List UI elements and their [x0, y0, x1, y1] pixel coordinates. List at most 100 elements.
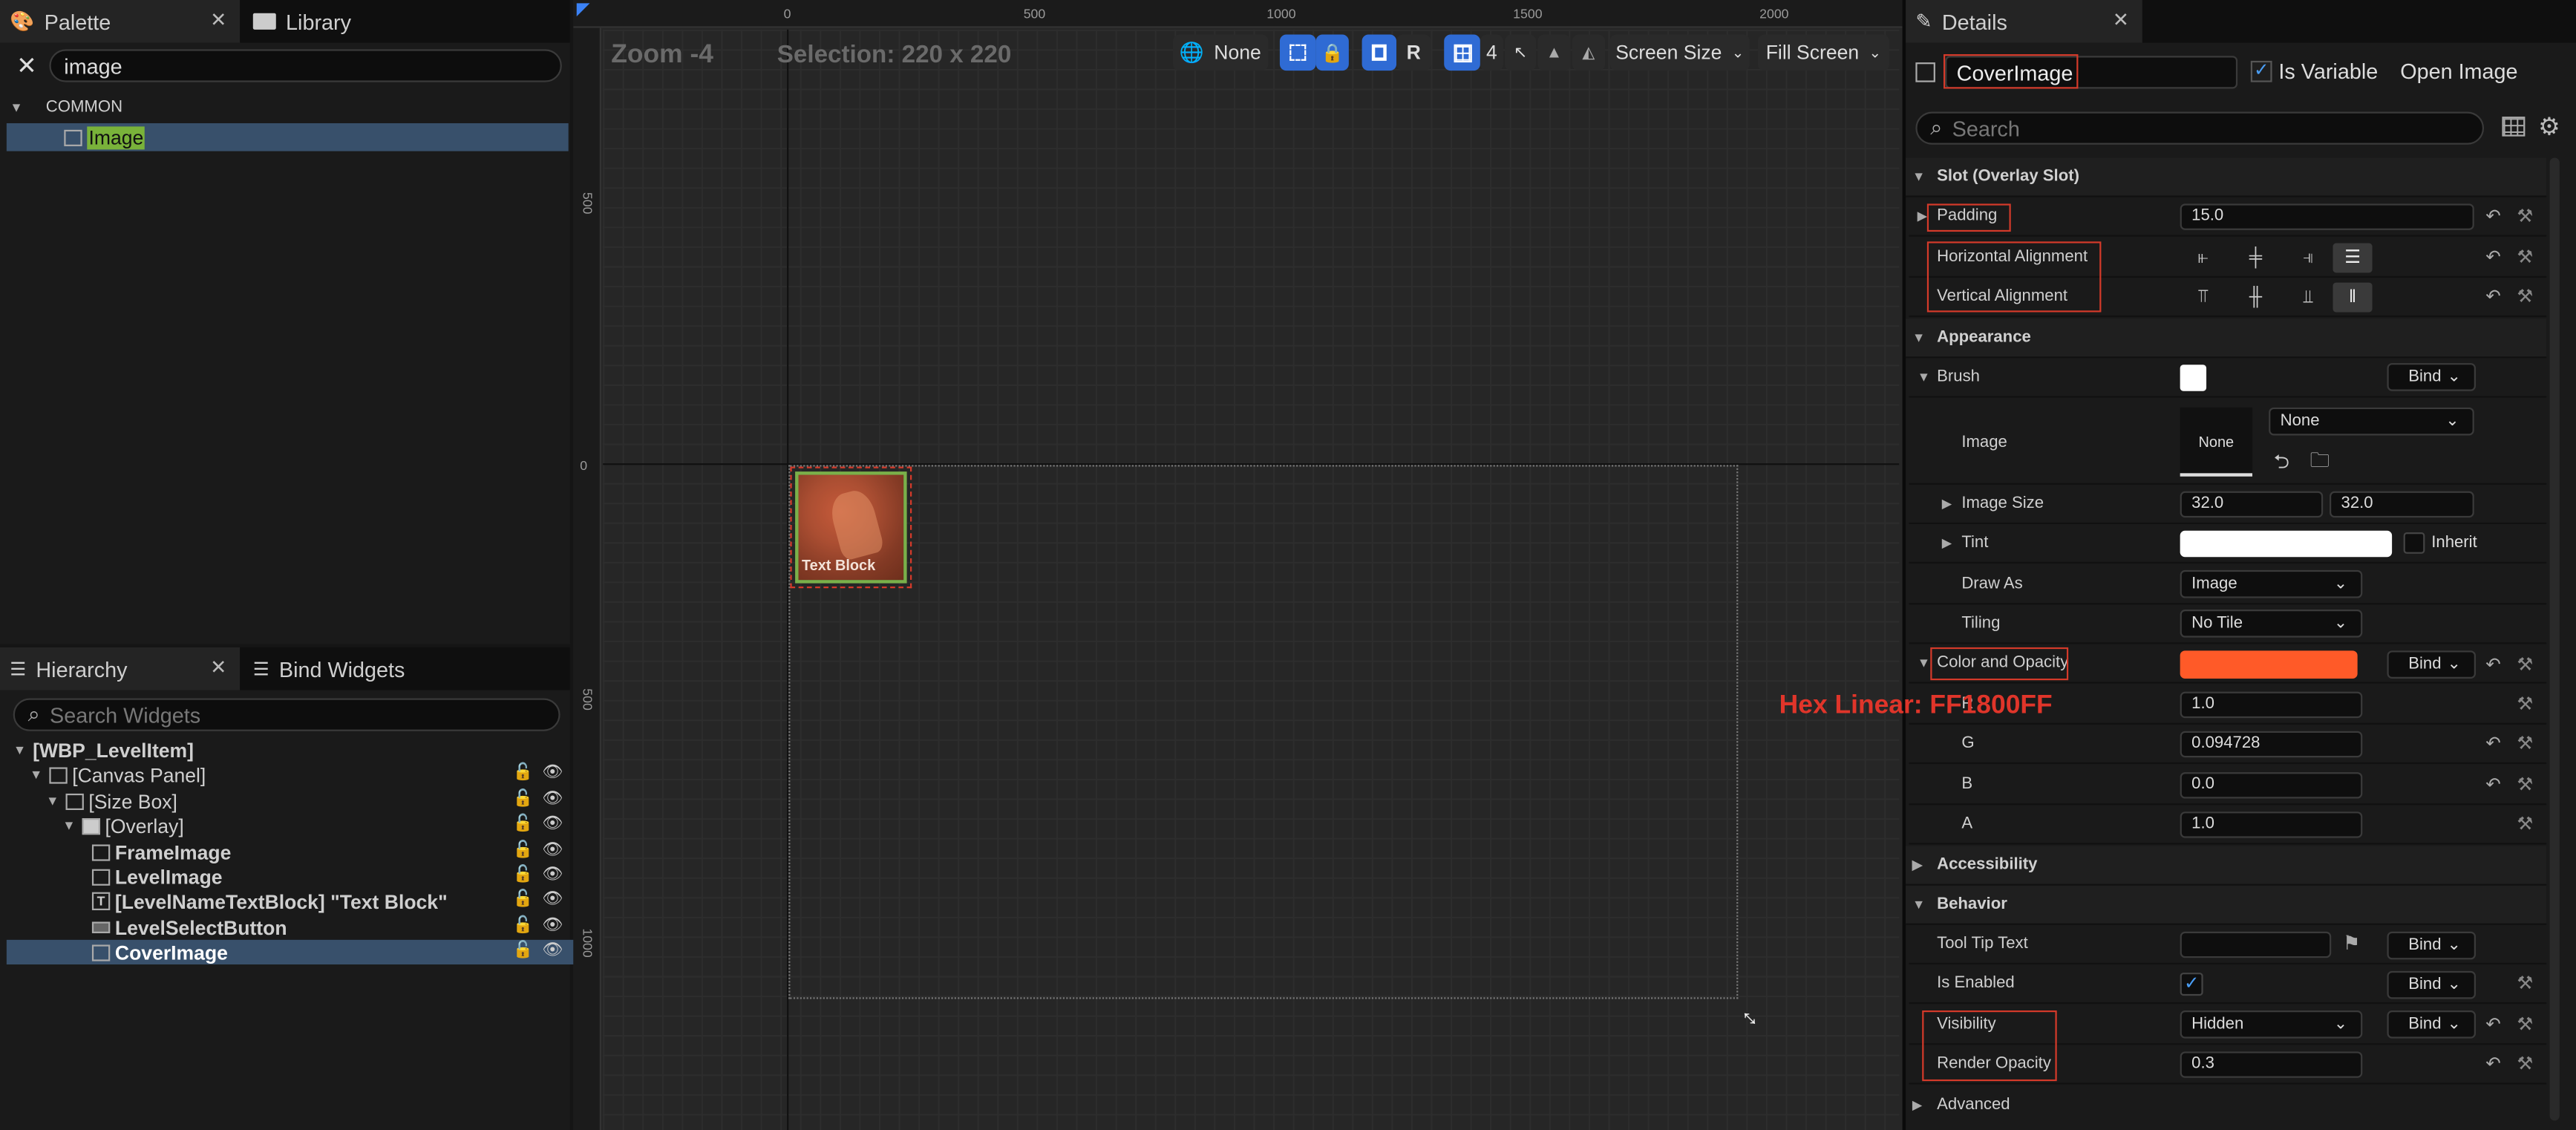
eye-icon[interactable]: 👁	[542, 790, 563, 810]
tool-tip-text-input[interactable]	[2180, 931, 2332, 958]
is-enabled-checkbox[interactable]: ✓	[2180, 973, 2203, 996]
eye-icon[interactable]: 👁	[542, 917, 563, 937]
pin-icon[interactable]: ⚒	[2517, 286, 2533, 307]
section-slot[interactable]: ▼ Slot (Overlay Slot)	[1906, 157, 2547, 197]
screen-size-dropdown[interactable]: Screen Size ⌄	[1609, 34, 1750, 71]
image-asset-dropdown[interactable]: None ⌄	[2269, 407, 2474, 436]
lock-icon[interactable]: 🔓	[512, 815, 533, 835]
lock-icon[interactable]: 🔓	[512, 764, 533, 784]
channel-r-input[interactable]: 1.0	[2180, 691, 2363, 719]
padding-input[interactable]: 15.0	[2180, 203, 2474, 230]
tab-library[interactable]: Library	[243, 0, 490, 43]
reset-arrow-icon[interactable]: ↶	[2485, 246, 2500, 268]
reset-arrow-icon[interactable]: ↶	[2485, 774, 2500, 796]
eye-icon[interactable]: 👁	[542, 866, 563, 886]
chevron-right-icon[interactable]: ▶	[1942, 496, 1952, 511]
tint-color-swatch[interactable]	[2180, 530, 2393, 558]
chevron-right-icon[interactable]: ▶	[1942, 535, 1952, 550]
channel-g-input[interactable]: 0.094728	[2180, 731, 2363, 758]
lock-icon[interactable]: 🔓	[512, 890, 533, 910]
eye-icon[interactable]: 👁	[542, 764, 563, 784]
image-size-y-input[interactable]: 32.0	[2330, 491, 2474, 518]
tiling-dropdown[interactable]: No Tile ⌄	[2180, 610, 2363, 638]
reset-arrow-icon[interactable]: ↶	[2485, 654, 2500, 676]
visibility-bind-button[interactable]: Bind ⌄	[2387, 1010, 2476, 1039]
section-advanced[interactable]: ▶ Advanced	[1906, 1086, 2546, 1126]
gear-icon[interactable]: ⚙	[2538, 111, 2560, 142]
color-bind-button[interactable]: Bind ⌄	[2387, 650, 2476, 679]
pin-icon[interactable]: ⚒	[2517, 1054, 2533, 1075]
pointer-button[interactable]: ↖	[1505, 34, 1537, 71]
palette-item-image[interactable]: Image	[6, 123, 569, 151]
grid-toggle-button[interactable]	[1444, 34, 1480, 71]
flag-icon[interactable]: ⚑	[2343, 932, 2361, 955]
image-thumbnail[interactable]: None	[2180, 407, 2253, 477]
v-align-center-icon[interactable]: ╫	[2237, 283, 2274, 313]
lock-icon[interactable]: 🔓	[512, 841, 533, 861]
brush-bind-button[interactable]: Bind ⌄	[2387, 363, 2476, 391]
pin-icon[interactable]: ⚒	[2517, 1013, 2533, 1036]
details-search-field[interactable]	[1952, 116, 2482, 141]
eye-icon[interactable]: 👁	[542, 890, 563, 910]
h-align-right-icon[interactable]: ⫣	[2290, 244, 2327, 273]
cover-image-widget[interactable]: Text Block	[790, 466, 912, 589]
lock-toggle-button[interactable]: 🔒	[1315, 34, 1349, 71]
eye-icon[interactable]: 👁	[542, 941, 563, 961]
tab-hierarchy[interactable]: ☰ Hierarchy ✕	[0, 647, 241, 690]
select-mode-button[interactable]	[1279, 34, 1316, 71]
is-variable-checkbox[interactable]: ✓	[2250, 60, 2272, 82]
hierarchy-search-field[interactable]	[50, 702, 559, 728]
reset-arrow-icon[interactable]: ↶	[2485, 1054, 2500, 1075]
inherit-checkbox[interactable]	[2403, 532, 2425, 554]
pin-icon[interactable]: ⚒	[2517, 973, 2533, 994]
reset-arrow-icon[interactable]: ↶	[2485, 286, 2500, 307]
clear-search-icon[interactable]: ✕	[16, 51, 37, 81]
pin-icon[interactable]: ⚒	[2517, 693, 2533, 715]
palette-search-input[interactable]	[49, 49, 562, 82]
chevron-down-icon[interactable]: ▼	[1918, 370, 1931, 385]
pin-icon[interactable]: ⚒	[2517, 813, 2533, 835]
tab-details[interactable]: ✎ Details ✕	[1906, 0, 2142, 43]
lock-icon[interactable]: 🔓	[512, 917, 533, 937]
section-behavior[interactable]: ▼ Behavior	[1906, 885, 2547, 925]
close-icon[interactable]: ✕	[210, 656, 226, 679]
pin-icon[interactable]: ⚒	[2517, 733, 2533, 754]
pin-icon[interactable]: ⚒	[2517, 206, 2533, 227]
close-icon[interactable]: ✕	[2113, 8, 2129, 31]
reset-arrow-icon[interactable]: ↶	[2485, 1013, 2500, 1036]
chevron-down-icon[interactable]: ▼	[1918, 656, 1931, 670]
category-header-common[interactable]: ▼ COMMON	[0, 94, 570, 120]
draw-as-dropdown[interactable]: Image ⌄	[2180, 569, 2363, 598]
safe-zone-button[interactable]: ◭	[1572, 34, 1606, 71]
respect-locks-button[interactable]: R	[1396, 34, 1431, 71]
chevron-right-icon[interactable]: ▶	[1918, 209, 1928, 223]
lock-icon[interactable]: 🔓	[512, 866, 533, 886]
fill-screen-dropdown[interactable]: Fill Screen ⌄	[1757, 34, 1889, 71]
pin-icon[interactable]: ⚒	[2517, 654, 2533, 676]
is-enabled-bind-button[interactable]: Bind ⌄	[2387, 970, 2476, 999]
section-accessibility[interactable]: ▶ Accessibility	[1906, 846, 2547, 886]
channel-a-input[interactable]: 1.0	[2180, 811, 2363, 838]
lock-icon[interactable]: 🔓	[512, 941, 533, 961]
h-align-left-icon[interactable]: ⫦	[2185, 244, 2221, 273]
v-align-top-icon[interactable]: ⫪	[2185, 283, 2221, 313]
lock-icon[interactable]: 🔓	[512, 790, 533, 810]
brush-color-swatch[interactable]	[2180, 365, 2207, 391]
close-icon[interactable]: ✕	[210, 8, 226, 31]
tab-bind-widgets[interactable]: ☰ Bind Widgets	[243, 647, 523, 690]
table-view-icon[interactable]	[2502, 117, 2526, 137]
tab-palette[interactable]: 🎨 Palette ✕	[0, 0, 241, 43]
grid-size-value[interactable]: 4	[1480, 34, 1503, 71]
use-selected-asset-icon[interactable]: ⮌	[2274, 447, 2289, 481]
eye-icon[interactable]: 👁	[542, 841, 563, 861]
layout-toggle-button[interactable]	[1361, 34, 1397, 71]
palette-search-field[interactable]	[64, 53, 560, 79]
image-size-x-input[interactable]: 32.0	[2180, 491, 2324, 518]
channel-b-input[interactable]: 0.0	[2180, 772, 2363, 799]
render-opacity-input[interactable]: 0.3	[2180, 1051, 2363, 1078]
eye-icon[interactable]: 👁	[542, 815, 563, 835]
visibility-dropdown[interactable]: Hidden ⌄	[2180, 1010, 2363, 1039]
details-scrollbar[interactable]	[2549, 157, 2560, 1121]
reset-arrow-icon[interactable]: ↶	[2485, 733, 2500, 754]
hierarchy-search-input[interactable]: ⌕	[13, 698, 560, 731]
